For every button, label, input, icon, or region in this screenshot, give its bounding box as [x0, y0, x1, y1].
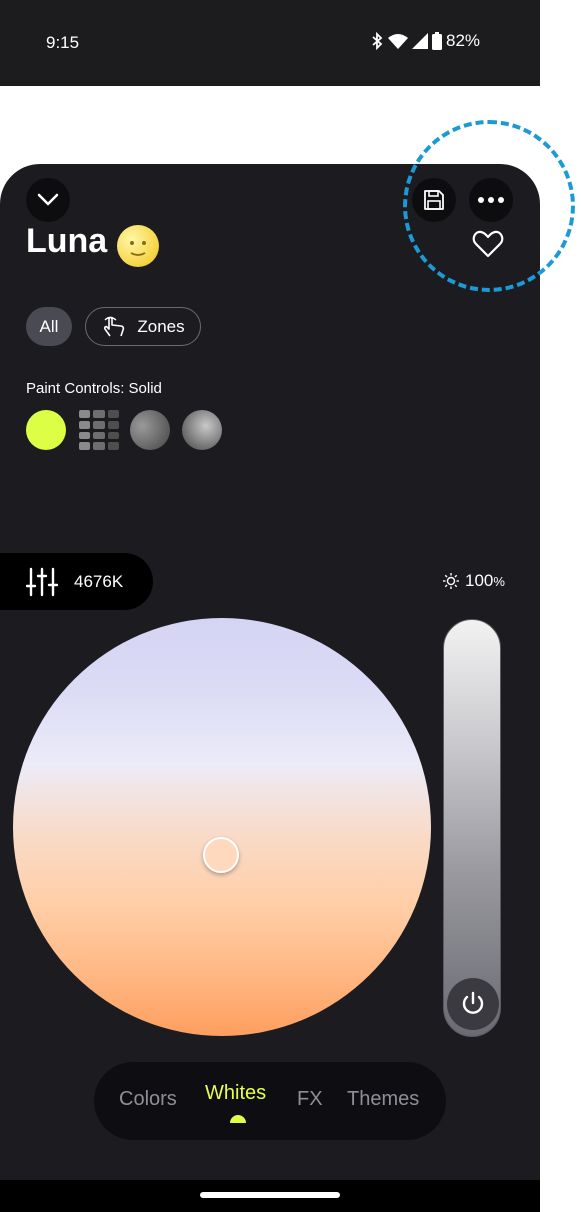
bluetooth-icon	[372, 32, 383, 50]
battery-percent: 82%	[446, 31, 481, 50]
heart-icon	[472, 230, 504, 258]
battery-icon	[432, 32, 442, 50]
favorite-button[interactable]	[466, 222, 510, 266]
paint-radial-swatch[interactable]	[182, 410, 222, 450]
collapse-button[interactable]	[26, 178, 70, 222]
filter-all-chip[interactable]: All	[26, 307, 72, 346]
status-icons: 82%	[370, 31, 480, 51]
paint-gradient-swatch[interactable]	[130, 410, 170, 450]
page-title: Luna	[26, 222, 108, 260]
color-temp-button[interactable]: 4676K	[0, 553, 153, 610]
zones-label: Zones	[137, 316, 185, 336]
tab-themes[interactable]: Themes	[347, 1088, 419, 1111]
paint-controls-label: Paint Controls: Solid	[26, 380, 162, 397]
color-picker-handle[interactable]	[203, 837, 239, 873]
chevron-down-icon	[37, 193, 59, 206]
wifi-icon	[388, 34, 408, 49]
home-indicator[interactable]	[200, 1192, 340, 1198]
sliders-icon	[26, 567, 58, 596]
hand-tap-icon	[104, 316, 125, 336]
more-options-button[interactable]	[469, 178, 513, 222]
sun-icon	[443, 573, 459, 589]
tab-colors[interactable]: Colors	[119, 1088, 177, 1111]
save-icon	[424, 190, 444, 210]
save-button[interactable]	[412, 178, 456, 222]
color-temp-value: 4676K	[74, 571, 124, 591]
tab-whites[interactable]: Whites	[205, 1082, 266, 1105]
paint-segments-swatch[interactable]	[79, 410, 119, 450]
paint-solid-swatch[interactable]	[26, 410, 66, 450]
moon-emoji-icon	[117, 225, 159, 267]
brightness-readout: 100%	[443, 571, 505, 591]
brightness-unit: %	[493, 574, 505, 589]
filter-zones-chip[interactable]: Zones	[85, 307, 201, 346]
power-button[interactable]	[447, 978, 499, 1030]
tab-fx[interactable]: FX	[297, 1088, 323, 1111]
status-time: 9:15	[46, 33, 80, 52]
more-icon	[478, 197, 504, 203]
brightness-slider[interactable]	[443, 619, 501, 1037]
white-temperature-wheel[interactable]	[13, 618, 431, 1036]
signal-icon	[412, 33, 428, 49]
brightness-value: 100	[465, 571, 494, 590]
power-icon	[462, 991, 484, 1014]
